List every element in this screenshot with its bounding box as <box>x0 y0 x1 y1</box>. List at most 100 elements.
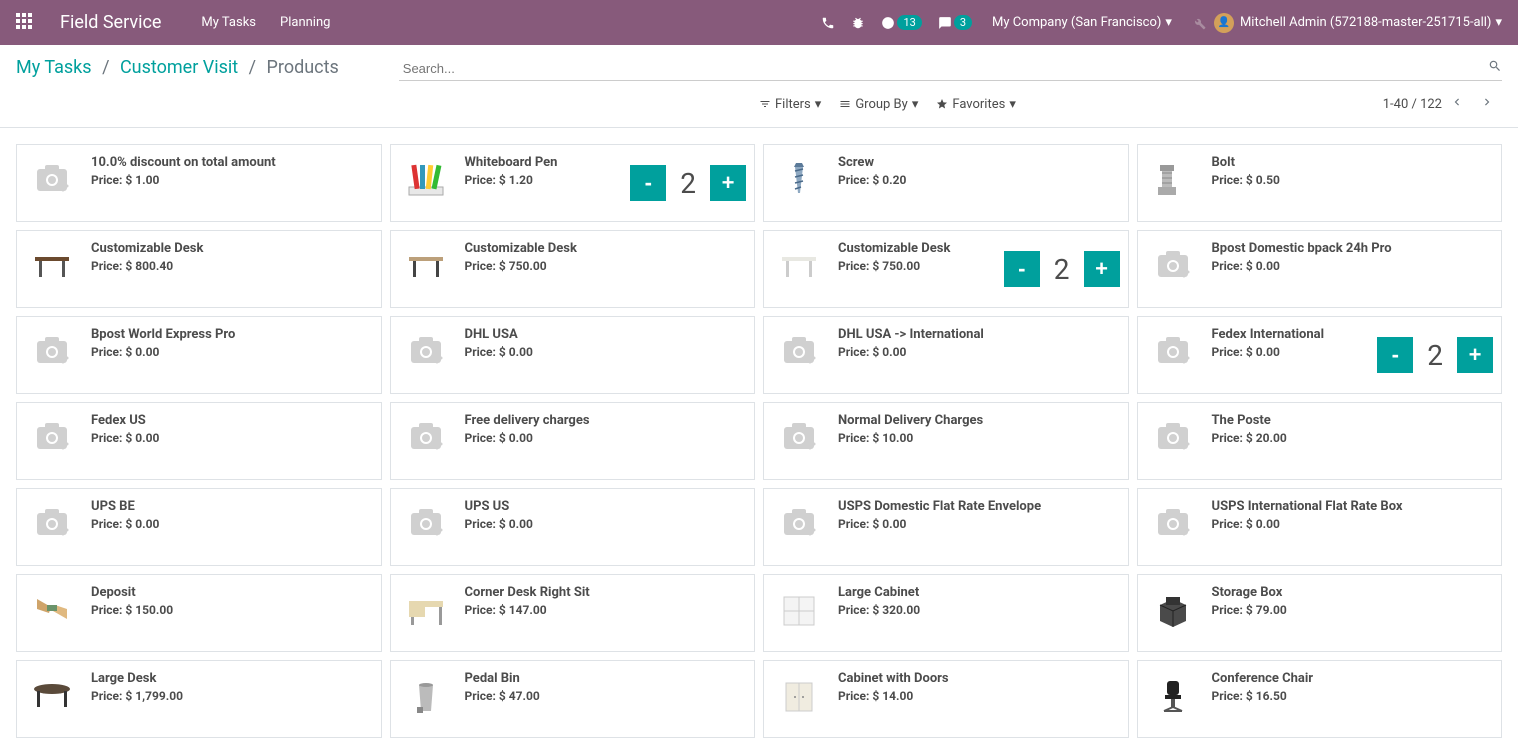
groupby-button[interactable]: Group By ▾ <box>839 97 918 112</box>
product-price: Price: $ 0.00 <box>465 345 747 359</box>
chevron-down-icon: ▾ <box>1009 97 1016 112</box>
product-price: Price: $ 0.00 <box>91 517 373 531</box>
product-image <box>768 493 830 555</box>
product-card[interactable]: Bpost Domestic bpack 24h ProPrice: $ 0.0… <box>1137 230 1503 308</box>
product-card[interactable]: Bpost World Express ProPrice: $ 0.00 <box>16 316 382 394</box>
search-input[interactable] <box>399 57 1502 81</box>
chevron-down-icon: ▾ <box>1165 15 1172 30</box>
product-card[interactable]: Fedex USPrice: $ 0.00 <box>16 402 382 480</box>
menu-my-tasks[interactable]: My Tasks <box>201 15 256 30</box>
product-card[interactable]: Customizable DeskPrice: $ 750.00 <box>390 230 756 308</box>
product-image <box>768 665 830 727</box>
product-title: UPS BE <box>91 499 373 515</box>
product-title: Customizable Desk <box>838 241 1004 257</box>
product-info: Fedex USPrice: $ 0.00 <box>91 407 373 445</box>
qty-controls: -2 + <box>1377 337 1493 373</box>
product-title: UPS US <box>465 499 747 515</box>
product-card[interactable]: Free delivery chargesPrice: $ 0.00 <box>390 402 756 480</box>
wrench-icon[interactable] <box>1192 16 1206 30</box>
product-card[interactable]: USPS Domestic Flat Rate EnvelopePrice: $… <box>763 488 1129 566</box>
product-card[interactable]: Whiteboard PenPrice: $ 1.20-2+ <box>390 144 756 222</box>
product-price: Price: $ 0.00 <box>465 517 747 531</box>
menu-planning[interactable]: Planning <box>280 15 330 30</box>
product-image <box>768 235 830 297</box>
product-card[interactable]: Corner Desk Right SitPrice: $ 147.00 <box>390 574 756 652</box>
product-card[interactable]: ScrewPrice: $ 0.20 <box>763 144 1129 222</box>
user-menu[interactable]: 👤 Mitchell Admin (572188-master-251715-a… <box>1214 13 1502 33</box>
product-price: Price: $ 10.00 <box>838 431 1120 445</box>
messages-icon[interactable]: 3 <box>938 15 972 30</box>
product-image <box>1142 321 1204 383</box>
product-info: Free delivery chargesPrice: $ 0.00 <box>465 407 747 445</box>
product-image <box>1142 579 1204 641</box>
product-info: UPS BE Price: $ 0.00 <box>91 493 373 531</box>
qty-value: 2 <box>1427 339 1443 372</box>
search-icon[interactable] <box>1488 59 1502 77</box>
product-card[interactable]: DHL USA -> InternationalPrice: $ 0.00 <box>763 316 1129 394</box>
qty-minus-button[interactable]: - <box>1004 251 1040 287</box>
qty-minus-button[interactable]: - <box>630 165 666 201</box>
product-title: Cabinet with Doors <box>838 671 1120 687</box>
product-price: Price: $ 0.20 <box>838 173 1120 187</box>
qty-plus-button[interactable]: + <box>1084 251 1120 287</box>
product-card[interactable]: Customizable Desk Price: $ 750.00-2 + <box>763 230 1129 308</box>
product-card[interactable]: DHL USAPrice: $ 0.00 <box>390 316 756 394</box>
product-card[interactable]: USPS International Flat Rate BoxPrice: $… <box>1137 488 1503 566</box>
favorites-button[interactable]: Favorites ▾ <box>936 97 1016 112</box>
product-card[interactable]: Normal Delivery ChargesPrice: $ 10.00 <box>763 402 1129 480</box>
product-price: Price: $ 0.50 <box>1212 173 1494 187</box>
filters-label: Filters <box>775 97 811 112</box>
qty-plus-button[interactable]: + <box>1457 337 1493 373</box>
pager-prev[interactable] <box>1442 91 1472 117</box>
product-image <box>21 321 83 383</box>
app-brand: Field Service <box>60 12 161 33</box>
product-title: Free delivery charges <box>465 413 747 429</box>
product-price: Price: $ 0.00 <box>1212 345 1378 359</box>
product-image <box>21 149 83 211</box>
product-card[interactable]: Cabinet with DoorsPrice: $ 14.00 <box>763 660 1129 738</box>
product-card[interactable]: Fedex InternationalPrice: $ 0.00-2+ <box>1137 316 1503 394</box>
product-card[interactable]: BoltPrice: $ 0.50 <box>1137 144 1503 222</box>
breadcrumb-root[interactable]: My Tasks <box>16 57 92 78</box>
product-info: Storage BoxPrice: $ 79.00 <box>1212 579 1494 617</box>
product-info: USPS International Flat Rate BoxPrice: $… <box>1212 493 1494 531</box>
product-info: Pedal BinPrice: $ 47.00 <box>465 665 747 703</box>
product-card[interactable]: Pedal BinPrice: $ 47.00 <box>390 660 756 738</box>
filters-button[interactable]: Filters ▾ <box>759 97 821 112</box>
company-name: My Company (San Francisco) <box>992 15 1161 30</box>
product-image <box>395 407 457 469</box>
product-price: Price: $ 320.00 <box>838 603 1120 617</box>
product-image <box>395 579 457 641</box>
pager-next[interactable] <box>1472 91 1502 117</box>
product-card[interactable]: DepositPrice: $ 150.00 <box>16 574 382 652</box>
product-price: Price: $ 20.00 <box>1212 431 1494 445</box>
product-card[interactable]: Large CabinetPrice: $ 320.00 <box>763 574 1129 652</box>
breadcrumb-mid[interactable]: Customer Visit <box>120 57 238 78</box>
qty-plus-button[interactable]: + <box>710 165 746 201</box>
product-card[interactable]: Conference ChairPrice: $ 16.50 <box>1137 660 1503 738</box>
product-card[interactable]: Storage BoxPrice: $ 79.00 <box>1137 574 1503 652</box>
product-price: Price: $ 1.20 <box>465 173 631 187</box>
product-card[interactable]: UPS BE Price: $ 0.00 <box>16 488 382 566</box>
product-price: Price: $ 1.00 <box>91 173 373 187</box>
product-card[interactable]: Large DeskPrice: $ 1,799.00 <box>16 660 382 738</box>
company-switcher[interactable]: My Company (San Francisco) ▾ <box>992 15 1172 30</box>
product-card[interactable]: 10.0% discount on total amountPrice: $ 1… <box>16 144 382 222</box>
product-card[interactable]: Customizable DeskPrice: $ 800.40 <box>16 230 382 308</box>
activity-badge: 13 <box>897 15 921 30</box>
activity-icon[interactable]: 13 <box>881 15 921 30</box>
product-card[interactable]: The PostePrice: $ 20.00 <box>1137 402 1503 480</box>
qty-value: 2 <box>1054 253 1070 286</box>
qty-minus-button[interactable]: - <box>1377 337 1413 373</box>
chevron-down-icon: ▾ <box>912 97 919 112</box>
apps-icon[interactable] <box>16 13 36 33</box>
bug-icon[interactable] <box>851 16 865 30</box>
product-image <box>768 149 830 211</box>
product-price: Price: $ 750.00 <box>838 259 1004 273</box>
phone-icon[interactable] <box>821 16 835 30</box>
product-info: Bpost Domestic bpack 24h ProPrice: $ 0.0… <box>1212 235 1494 273</box>
product-info: Conference ChairPrice: $ 16.50 <box>1212 665 1494 703</box>
product-price: Price: $ 0.00 <box>91 345 373 359</box>
product-card[interactable]: UPS US Price: $ 0.00 <box>390 488 756 566</box>
product-image <box>1142 493 1204 555</box>
